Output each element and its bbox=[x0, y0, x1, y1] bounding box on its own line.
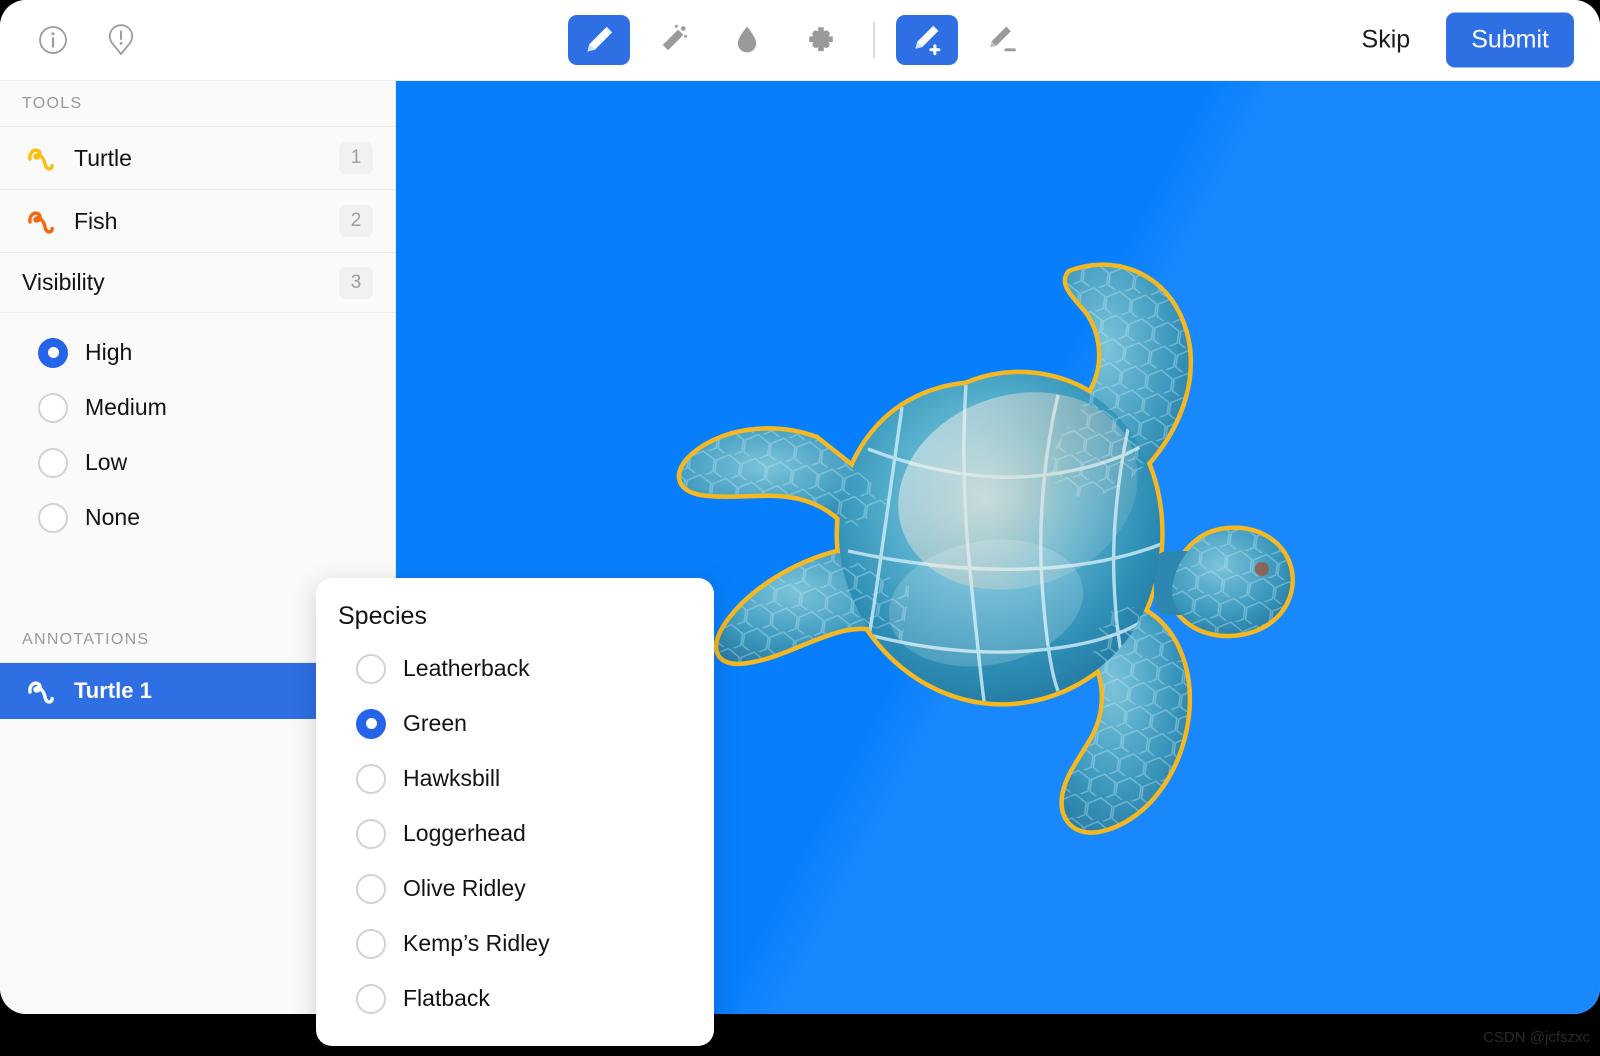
app-header: Skip Submit bbox=[0, 0, 1600, 81]
species-popup-title: Species bbox=[316, 602, 714, 641]
species-option-kemps-ridley[interactable]: Kemp’s Ridley bbox=[316, 916, 714, 971]
watermark: CSDN @jcfszxc bbox=[1483, 1029, 1590, 1046]
visibility-radio-group: High Medium Low None bbox=[0, 313, 395, 545]
puzzle-tool[interactable] bbox=[790, 15, 852, 65]
species-option-label: Loggerhead bbox=[403, 820, 526, 847]
sidebar-tool-turtle[interactable]: Turtle 1 bbox=[0, 127, 395, 190]
annotation-item-label: Turtle 1 bbox=[74, 678, 152, 704]
species-option-flatback[interactable]: Flatback bbox=[316, 971, 714, 1026]
turtle-eye bbox=[1255, 562, 1269, 576]
squiggle-icon bbox=[22, 139, 62, 177]
water-drop-tool[interactable] bbox=[716, 15, 778, 65]
magic-wand-tool[interactable] bbox=[642, 15, 704, 65]
header-left-icons bbox=[0, 21, 140, 59]
radio-icon[interactable] bbox=[38, 503, 68, 533]
pencil-tool[interactable] bbox=[568, 15, 630, 65]
species-option-label: Olive Ridley bbox=[403, 875, 526, 902]
visibility-option-label: Medium bbox=[85, 394, 167, 421]
sidebar-tool-label: Turtle bbox=[74, 145, 339, 172]
species-option-olive-ridley[interactable]: Olive Ridley bbox=[316, 861, 714, 916]
visibility-option-low[interactable]: Low bbox=[0, 435, 395, 490]
radio-icon[interactable] bbox=[356, 984, 386, 1014]
app-window: Skip Submit TOOLS Turtle 1 bbox=[0, 0, 1600, 1014]
radio-icon[interactable] bbox=[356, 874, 386, 904]
radio-icon[interactable] bbox=[356, 819, 386, 849]
header-actions: Skip Submit bbox=[1352, 13, 1574, 68]
species-option-green[interactable]: Green bbox=[316, 696, 714, 751]
visibility-count: 3 bbox=[339, 267, 373, 299]
turtle-annotation-mask[interactable] bbox=[666, 251, 1386, 871]
visibility-option-label: Low bbox=[85, 449, 127, 476]
species-popup[interactable]: Species Leatherback Green Hawksbill Logg… bbox=[316, 578, 714, 1046]
visibility-option-label: High bbox=[85, 339, 132, 366]
radio-icon[interactable] bbox=[356, 709, 386, 739]
radio-icon[interactable] bbox=[356, 654, 386, 684]
species-option-label: Hawksbill bbox=[403, 765, 500, 792]
radio-icon[interactable] bbox=[38, 448, 68, 478]
radio-icon[interactable] bbox=[38, 338, 68, 368]
sidebar-tool-count: 2 bbox=[339, 205, 373, 237]
species-option-leatherback[interactable]: Leatherback bbox=[316, 641, 714, 696]
species-option-label: Leatherback bbox=[403, 655, 530, 682]
screen-root: Skip Submit TOOLS Turtle 1 bbox=[0, 0, 1600, 1056]
visibility-section-header: Visibility 3 bbox=[0, 253, 395, 313]
radio-icon[interactable] bbox=[356, 929, 386, 959]
tools-section-header: TOOLS bbox=[0, 81, 395, 127]
squiggle-icon bbox=[22, 202, 62, 240]
sidebar-tool-label: Fish bbox=[74, 208, 339, 235]
annotation-toolbar bbox=[568, 15, 1032, 65]
pencil-subtract-tool[interactable] bbox=[970, 15, 1032, 65]
sidebar-tool-count: 1 bbox=[339, 142, 373, 174]
toolbar-divider bbox=[873, 22, 875, 58]
visibility-option-none[interactable]: None bbox=[0, 490, 395, 545]
visibility-option-label: None bbox=[85, 504, 140, 531]
issue-pin-icon[interactable] bbox=[102, 21, 140, 59]
pencil-add-tool[interactable] bbox=[896, 15, 958, 65]
species-option-hawksbill[interactable]: Hawksbill bbox=[316, 751, 714, 806]
species-option-label: Kemp’s Ridley bbox=[403, 930, 550, 957]
radio-icon[interactable] bbox=[38, 393, 68, 423]
visibility-title: Visibility bbox=[22, 269, 339, 296]
visibility-option-high[interactable]: High bbox=[0, 325, 395, 380]
submit-button[interactable]: Submit bbox=[1446, 13, 1574, 68]
species-option-label: Green bbox=[403, 710, 467, 737]
skip-button[interactable]: Skip bbox=[1352, 20, 1421, 61]
squiggle-icon bbox=[22, 672, 62, 710]
info-icon[interactable] bbox=[34, 21, 72, 59]
sidebar-tool-fish[interactable]: Fish 2 bbox=[0, 190, 395, 253]
visibility-option-medium[interactable]: Medium bbox=[0, 380, 395, 435]
species-option-loggerhead[interactable]: Loggerhead bbox=[316, 806, 714, 861]
species-option-label: Flatback bbox=[403, 985, 490, 1012]
radio-icon[interactable] bbox=[356, 764, 386, 794]
